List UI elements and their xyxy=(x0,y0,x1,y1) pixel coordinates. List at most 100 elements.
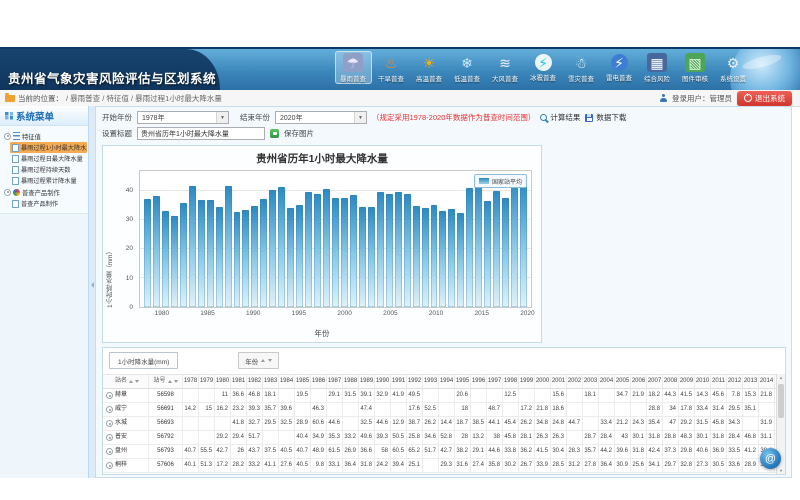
floating-widget-button[interactable]: @ xyxy=(760,448,781,469)
column-header-year[interactable]: 1998 xyxy=(503,375,519,388)
nav-item-map-review[interactable]: ▧图件审核 xyxy=(677,51,714,84)
nav-item-label: 系统设置 xyxy=(715,73,752,83)
column-header-year[interactable]: 1988 xyxy=(343,375,359,388)
value-cell: 18.1 xyxy=(263,389,279,402)
column-header-year[interactable]: 2007 xyxy=(647,375,663,388)
column-header-year[interactable]: 2000 xyxy=(535,375,551,388)
column-header-station-name[interactable]: 站名 xyxy=(103,375,149,388)
save-image-button[interactable]: 保存图片 xyxy=(284,128,314,139)
column-header-year[interactable]: 1993 xyxy=(423,375,439,388)
column-header-year[interactable]: 1996 xyxy=(471,375,487,388)
y-tick-label: 10 xyxy=(126,275,133,282)
sidebar-item[interactable]: 普查产品制作 xyxy=(10,198,87,209)
nav-item-lightning[interactable]: ⚡雷电普查 xyxy=(601,51,638,84)
start-year-select[interactable]: 1978年 ▼ xyxy=(137,111,229,124)
table-row[interactable]: 盘州5679340.755.542.72643.737.540.540.748.… xyxy=(103,445,777,459)
nav-item-low-temp[interactable]: ❄低温普查 xyxy=(449,51,486,84)
row-select-radio[interactable] xyxy=(106,434,113,441)
value-cell: 29.4 xyxy=(231,431,247,444)
nav-item-snow[interactable]: ☃雪灾普查 xyxy=(563,51,600,84)
value-cell xyxy=(631,403,647,416)
column-header-year[interactable]: 2002 xyxy=(567,375,583,388)
column-header-year[interactable]: 1994 xyxy=(439,375,455,388)
table-row[interactable]: 威宁5669114.21516.223.239.335.739.646.347.… xyxy=(103,403,777,417)
nav-item-gale[interactable]: ≋大风普查 xyxy=(487,51,524,84)
value-cell: 47.4 xyxy=(359,403,375,416)
row-select-radio[interactable] xyxy=(106,392,113,399)
logout-button[interactable]: 退出系统 xyxy=(737,91,792,106)
column-header-year[interactable]: 2012 xyxy=(727,375,743,388)
chart-panel: 贵州省历年1小时最大降水量 1小时降水量（mm） 010203040 国家站平均… xyxy=(102,145,542,343)
column-header-year[interactable]: 1986 xyxy=(311,375,327,388)
sidebar-item[interactable]: 暴雨过程持续天数 xyxy=(10,164,87,175)
column-header-year[interactable]: 2008 xyxy=(663,375,679,388)
nav-item-drought[interactable]: ♨干旱普查 xyxy=(373,51,410,84)
bar-2008 xyxy=(413,206,420,307)
column-header-year[interactable]: 2005 xyxy=(615,375,631,388)
nav-item-rainstorm[interactable]: ☂暴雨普查 xyxy=(335,51,372,84)
column-header-year[interactable]: 1982 xyxy=(247,375,263,388)
column-header-year[interactable]: 2009 xyxy=(679,375,695,388)
nav-item-hail[interactable]: ⚡冰雹普查 xyxy=(525,51,562,84)
column-header-year[interactable]: 2001 xyxy=(551,375,567,388)
sidebar-item[interactable]: 暴雨过程累计降水量 xyxy=(10,175,87,186)
value-cell: 34.8 xyxy=(535,417,551,430)
table-row[interactable]: 水城5669341.832.729.532.528.960.644.632.54… xyxy=(103,417,777,431)
value-cell: 60.5 xyxy=(391,445,407,458)
end-year-value: 2020年 xyxy=(280,115,303,122)
column-header-year[interactable]: 1978 xyxy=(183,375,199,388)
download-button[interactable]: 数据下载 xyxy=(585,112,626,123)
column-header-year[interactable]: 2003 xyxy=(583,375,599,388)
nav-item-composite-risk[interactable]: ▦综合风险 xyxy=(639,51,676,84)
column-header-year[interactable]: 1992 xyxy=(407,375,423,388)
sidebar-group[interactable]: 特征值 xyxy=(1,130,87,142)
column-header-year[interactable]: 1981 xyxy=(231,375,247,388)
column-header-year[interactable]: 2014 xyxy=(759,375,775,388)
column-header-year[interactable]: 1991 xyxy=(391,375,407,388)
table-row[interactable]: 赫章565981136.646.818.119.529.131.539.132.… xyxy=(103,389,777,403)
scroll-up-icon[interactable]: ▲ xyxy=(777,375,785,380)
chevron-down-icon: ▼ xyxy=(216,112,228,123)
column-header-year[interactable]: 1984 xyxy=(279,375,295,388)
station-id-cell: 56691 xyxy=(149,403,183,416)
scroll-down-icon[interactable]: ▼ xyxy=(777,468,785,473)
sidebar-item[interactable]: 暴雨过程日最大降水量 xyxy=(10,153,87,164)
column-header-year[interactable]: 1987 xyxy=(327,375,343,388)
column-header-station-id[interactable]: 站号 xyxy=(149,375,183,388)
value-cell xyxy=(199,417,215,430)
chart-title-input[interactable] xyxy=(137,127,265,140)
column-header-year[interactable]: 1979 xyxy=(199,375,215,388)
bar-2011 xyxy=(439,211,446,307)
column-header-year[interactable]: 1990 xyxy=(375,375,391,388)
column-header-year[interactable]: 2013 xyxy=(743,375,759,388)
column-header-year[interactable]: 1995 xyxy=(455,375,471,388)
nav-item-label: 暴雨普查 xyxy=(335,73,372,83)
year-sort-button[interactable]: 年份 xyxy=(238,352,279,369)
nav-item-settings[interactable]: ⚙系统设置 xyxy=(715,51,752,84)
table-row[interactable]: 桐梓5760640.151.317.228.233.241.127.640.59… xyxy=(103,459,777,473)
column-header-year[interactable]: 1997 xyxy=(487,375,503,388)
scrollbar-thumb[interactable] xyxy=(778,384,784,418)
row-select-radio[interactable] xyxy=(106,448,113,455)
end-year-select[interactable]: 2020年 ▼ xyxy=(275,111,367,124)
column-header-year[interactable]: 1999 xyxy=(519,375,535,388)
bar-2000 xyxy=(341,198,348,307)
table-row[interactable]: 普安5679229.229.451.740.434.935.333.249.63… xyxy=(103,431,777,445)
column-header-year[interactable]: 2010 xyxy=(695,375,711,388)
column-header-year[interactable]: 2004 xyxy=(599,375,615,388)
sidebar-group[interactable]: 普查产品制作 xyxy=(1,186,87,198)
column-header-year[interactable]: 1985 xyxy=(295,375,311,388)
sidebar-item[interactable]: 暴雨过程1小时最大降水量 xyxy=(10,142,87,153)
row-select-radio[interactable] xyxy=(106,462,113,469)
nav-item-high-temp[interactable]: ☀高温普查 xyxy=(411,51,448,84)
value-cell: 11 xyxy=(215,389,231,402)
column-header-year[interactable]: 1980 xyxy=(215,375,231,388)
row-select-radio[interactable] xyxy=(106,406,113,413)
column-header-year[interactable]: 2006 xyxy=(631,375,647,388)
y-tick-label: 30 xyxy=(126,216,133,223)
column-header-year[interactable]: 1983 xyxy=(263,375,279,388)
column-header-year[interactable]: 2011 xyxy=(711,375,727,388)
column-header-year[interactable]: 1989 xyxy=(359,375,375,388)
row-select-radio[interactable] xyxy=(106,420,113,427)
calculate-button[interactable]: 计算结果 xyxy=(540,112,580,123)
